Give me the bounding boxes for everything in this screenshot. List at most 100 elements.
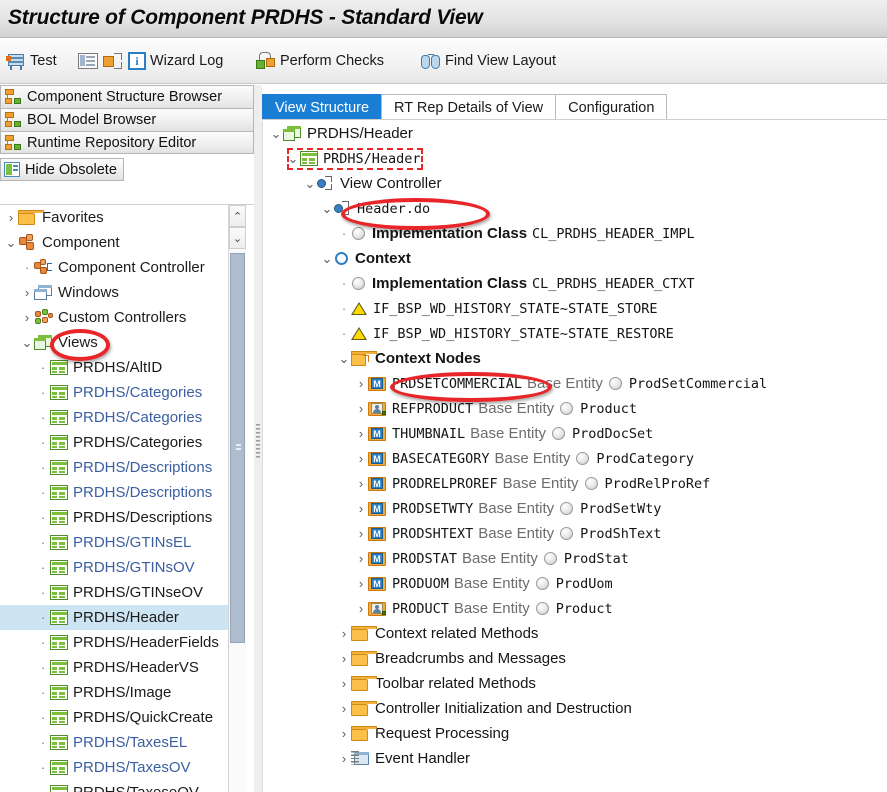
chevron-right-icon[interactable]: › [20,286,34,299]
sidebar-item-component-structure-browser[interactable]: Component Structure Browser [0,85,254,108]
sidebar-scrollbar[interactable]: ⌃ ⌄ ⌃ [228,205,246,792]
sidebar-tree-row[interactable]: ⌄ Views [0,330,232,355]
sidebar-tree-row[interactable]: · PRDHS/QuickCreate [0,705,232,730]
view-structure-tree-row[interactable]: ⌄ PRDHS/Header [263,146,887,171]
chevron-down-icon[interactable]: ⌄ [4,236,18,249]
sidebar-tree-row[interactable]: · PRDHS/AltID [0,355,232,380]
chevron-right-icon[interactable]: › [337,677,351,690]
view-structure-tree-row[interactable]: · Implementation Class CL_PRDHS_HEADER_CTX… [263,271,887,296]
sidebar-tree-row[interactable]: · PRDHS/Descriptions [0,455,232,480]
view-structure-tree-row[interactable]: ⌄ Header.do [263,196,887,221]
chevron-right-icon[interactable]: › [4,211,18,224]
chevron-right-icon[interactable]: › [337,702,351,715]
view-structure-tree-row[interactable]: › Context related Methods [263,621,887,646]
sidebar-tree-row[interactable]: · PRDHS/TaxeseOV [0,780,232,792]
sidebar-tree-row[interactable]: ⌄ Component [0,230,232,255]
chevron-down-icon[interactable]: ⌄ [20,336,34,349]
view-structure-tree-row[interactable]: › M PRODSTAT Base Entity ProdStat [263,546,887,571]
sidebar-tree-row[interactable]: · PRDHS/TaxesOV [0,755,232,780]
scrollbar-down-button[interactable]: ⌄ [229,227,246,249]
sidebar-tree-row[interactable]: · PRDHS/TaxesEL [0,730,232,755]
sidebar-tree-row[interactable]: › Custom Controllers [0,305,232,330]
sphere-icon [559,401,575,416]
sidebar-tree-row[interactable]: › Favorites [0,205,232,230]
chevron-right-icon[interactable]: › [337,727,351,740]
view-structure-tree-row[interactable]: › M PRODSETWTY Base Entity ProdSetWty [263,496,887,521]
chevron-right-icon[interactable]: › [354,602,368,615]
sidebar-tree-row[interactable]: · PRDHS/Descriptions [0,480,232,505]
sidebar-tree-row[interactable]: · PRDHS/Image [0,680,232,705]
sidebar-tree-row[interactable]: › Windows [0,280,232,305]
sidebar-item-bol-model-browser[interactable]: BOL Model Browser [0,108,254,131]
view-structure-tree-row[interactable]: › Event Handler [263,746,887,771]
chevron-right-icon[interactable]: › [354,477,368,490]
hide-obsolete-button[interactable]: Hide Obsolete [0,158,124,181]
chevron-right-icon[interactable]: › [354,402,368,415]
toolbar-button-perform-checks[interactable]: Perform Checks [256,49,384,73]
view-structure-tree-row[interactable]: › M PRODUOM Base Entity ProdUom [263,571,887,596]
chevron-down-icon[interactable]: ⌄ [320,202,334,215]
sphere-icon [543,551,559,566]
view-structure-tree-row[interactable]: › M THUMBNAIL Base Entity ProdDocSet [263,421,887,446]
view-structure-tree-row[interactable]: › Breadcrumbs and Messages [263,646,887,671]
sidebar-tree-row[interactable]: · PRDHS/Categories [0,380,232,405]
view-structure-tree-row[interactable]: › REFPRODUCT Base Entity Product [263,396,887,421]
sidebar-tree-row[interactable]: · PRDHS/Header [0,605,232,630]
view-structure-tree-row[interactable]: · Implementation Class CL_PRDHS_HEADER_IMP… [263,221,887,246]
tab-rt-rep-details-of-view[interactable]: RT Rep Details of View [381,94,557,120]
tab-configuration[interactable]: Configuration [555,94,668,120]
sidebar-tree-row[interactable]: · PRDHS/Categories [0,405,232,430]
chevron-right-icon[interactable]: › [354,577,368,590]
chevron-right-icon[interactable]: › [354,377,368,390]
chevron-right-icon[interactable]: › [354,527,368,540]
view-structure-tree-row[interactable]: › M PRODSHTEXT Base Entity ProdShText [263,521,887,546]
chevron-right-icon[interactable]: › [354,502,368,515]
view-structure-tree-row[interactable]: › M PRDSETCOMMERCIAL Base Entity ProdSetComm… [263,371,887,396]
chevron-down-icon[interactable]: ⌄ [269,127,283,140]
chevron-down-icon[interactable]: ⌄ [286,152,300,165]
view-icon [50,585,68,600]
view-structure-row-text: View Controller [340,175,442,192]
view-structure-tree-row[interactable]: › Controller Initialization and Destructi… [263,696,887,721]
chevron-right-icon[interactable]: › [354,552,368,565]
panel-splitter[interactable] [254,85,262,792]
view-structure-tree-row[interactable]: · IF_BSP_WD_HISTORY_STATE~STATE_RESTORE [263,321,887,346]
chevron-right-icon[interactable]: › [337,652,351,665]
scrollbar-up-button[interactable]: ⌃ [229,205,246,227]
sidebar-tree-row[interactable]: · PRDHS/HeaderVS [0,655,232,680]
sphere-icon [575,451,591,466]
view-structure-tree-row[interactable]: ⌄ Context [263,246,887,271]
sidebar-tree-row[interactable]: · PRDHS/Categories [0,430,232,455]
view-structure-tree-row[interactable]: › M PRODRELPROREF Base Entity ProdRelProRef [263,471,887,496]
view-structure-tree-row[interactable]: › Request Processing [263,721,887,746]
view-structure-tree-row[interactable]: ⌄ PRDHS/Header [263,121,887,146]
scrollbar-thumb[interactable] [230,253,245,643]
chevron-right-icon[interactable]: › [337,627,351,640]
sidebar-tree-row[interactable]: · PRDHS/GTINsEL [0,530,232,555]
sidebar-tree-row[interactable]: · PRDHS/GTINseOV [0,580,232,605]
view-structure-tree-row[interactable]: ⌄ Context Nodes [263,346,887,371]
toolbar-button-test[interactable]: Test [6,49,57,73]
sidebar-tree-row[interactable]: · PRDHS/GTINsOV [0,555,232,580]
sidebar-tree-row[interactable]: · Component Controller [0,255,232,280]
sidebar-tree-row[interactable]: · PRDHS/HeaderFields [0,630,232,655]
view-structure-tree-row[interactable]: › PRODUCT Base Entity Product [263,596,887,621]
sidebar-item-runtime-repository-editor[interactable]: Runtime Repository Editor [0,131,254,154]
view-structure-tree-row[interactable]: › Toolbar related Methods [263,671,887,696]
warning-icon [351,326,368,341]
sidebar-tree-row[interactable]: · PRDHS/Descriptions [0,505,232,530]
chevron-right-icon[interactable]: › [354,452,368,465]
chevron-down-icon[interactable]: ⌄ [337,352,351,365]
tab-view-structure[interactable]: View Structure [262,94,383,120]
toolbar-button-wizard-log[interactable]: i Wizard Log [78,49,223,73]
chevron-right-icon[interactable]: › [337,752,351,765]
chevron-down-icon[interactable]: ⌄ [303,177,317,190]
view-structure-tree-row[interactable]: ⌄ View Controller [263,171,887,196]
context-node-model-icon: M [368,576,387,592]
chevron-right-icon[interactable]: › [354,427,368,440]
view-structure-tree-row[interactable]: › M BASECATEGORY Base Entity ProdCategory [263,446,887,471]
toolbar-button-find-view-layout[interactable]: Find View Layout [421,49,556,73]
chevron-down-icon[interactable]: ⌄ [320,252,334,265]
view-structure-tree-row[interactable]: · IF_BSP_WD_HISTORY_STATE~STATE_STORE [263,296,887,321]
chevron-right-icon[interactable]: › [20,311,34,324]
